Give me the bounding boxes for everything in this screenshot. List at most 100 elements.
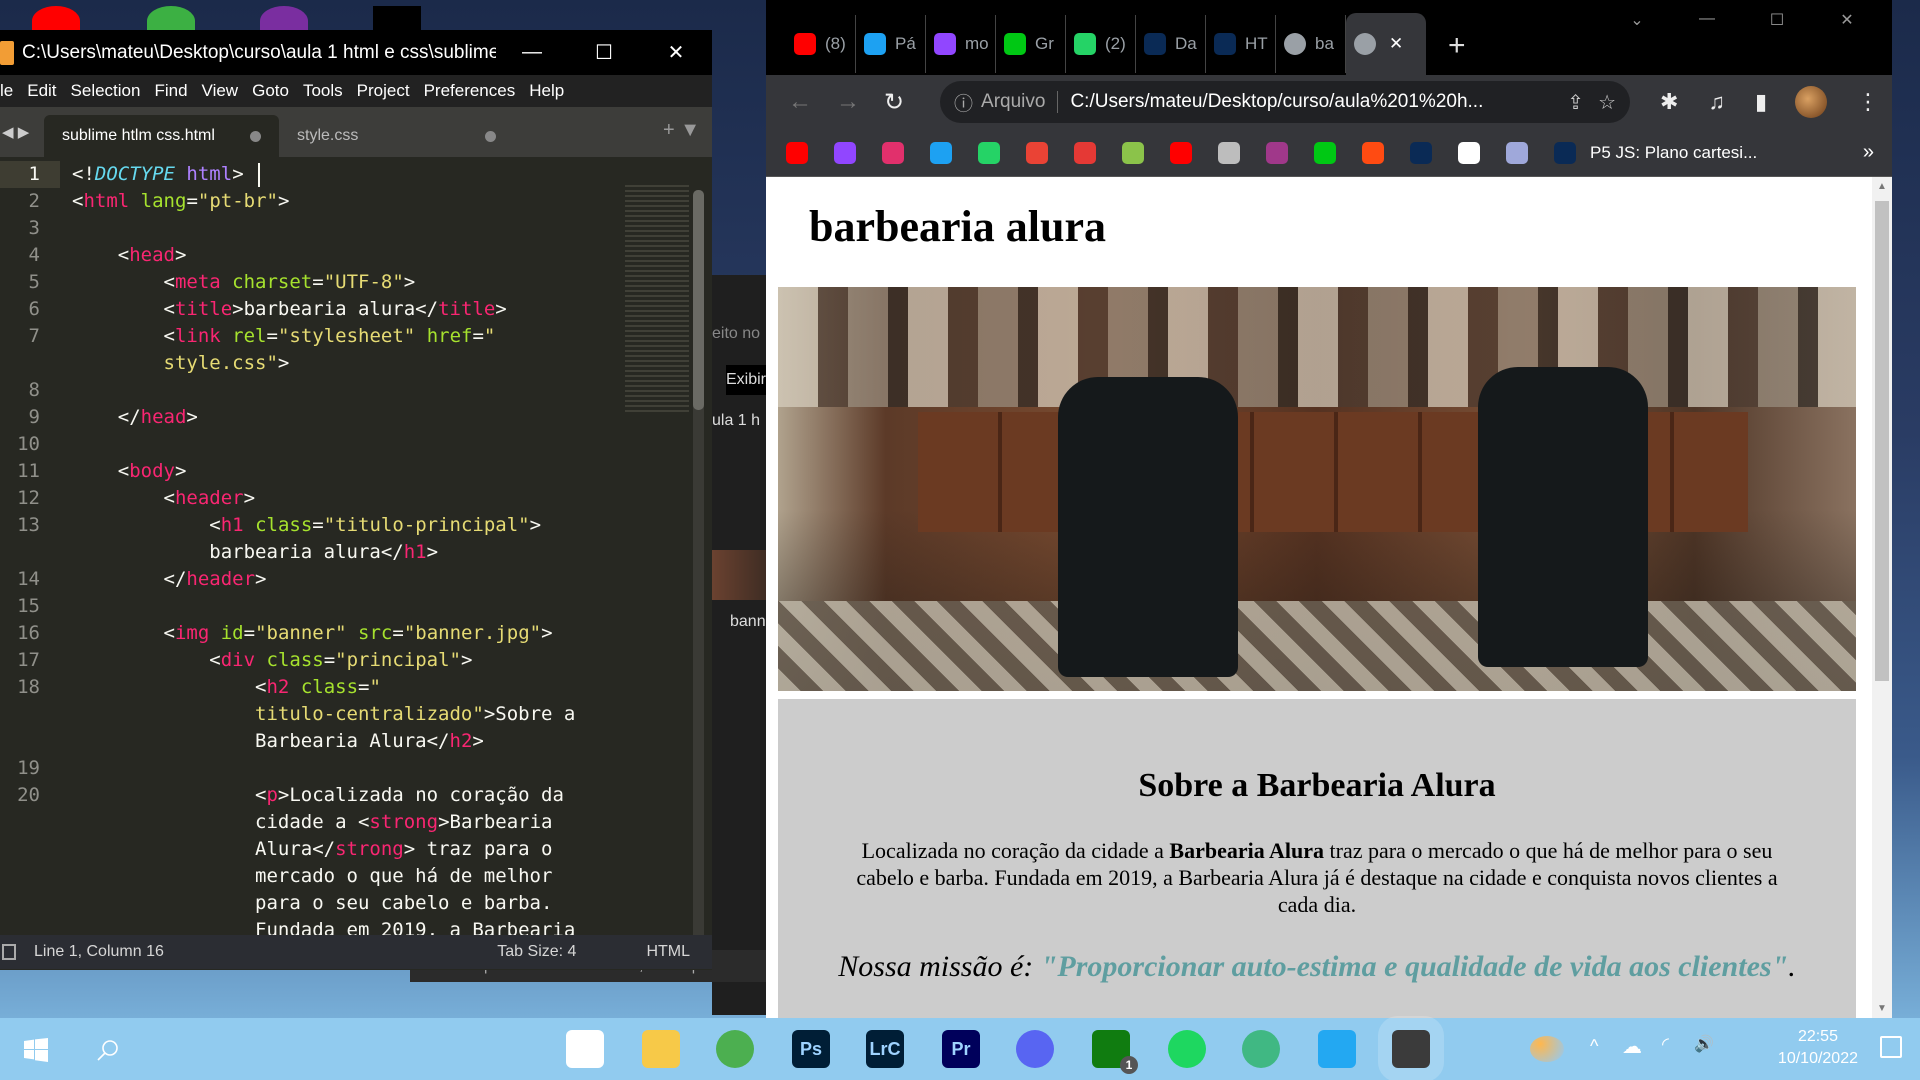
youtube-music-icon[interactable] xyxy=(1170,141,1192,164)
forward-button[interactable]: → xyxy=(836,88,884,116)
code-line[interactable]: 1 <!DOCTYPE html> xyxy=(0,161,690,188)
tab-controls[interactable]: + ▼ xyxy=(663,119,700,142)
bookmarks-overflow-button[interactable]: » xyxy=(1863,141,1874,164)
menu-view[interactable]: View xyxy=(202,81,239,101)
code-editor[interactable]: 1 <!DOCTYPE html> 2 <html lang="pt-br"> 3 4 <… xyxy=(0,157,712,935)
notification-icon[interactable] xyxy=(1880,1036,1902,1058)
windows-start-icon[interactable] xyxy=(24,1038,48,1062)
profile-avatar[interactable] xyxy=(1795,86,1828,118)
maximize-button[interactable]: ☐ xyxy=(1742,10,1812,30)
code-line[interactable]: 9 </head> xyxy=(0,404,690,431)
panel-toggle-icon[interactable] xyxy=(2,944,16,960)
code-line[interactable]: cidade a <strong>Barbearia xyxy=(0,809,690,836)
box-icon[interactable] xyxy=(1218,141,1240,164)
lightroom-classic-icon[interactable]: LrC xyxy=(866,1030,904,1068)
browser-tab[interactable]: ba xyxy=(1276,15,1346,73)
code-line[interactable]: barbearia alura</h1> xyxy=(0,539,690,566)
chrome-menu-icon[interactable]: ⋮ xyxy=(1857,89,1879,115)
reload-button[interactable]: ↻ xyxy=(884,88,932,117)
explorer-search-fragment[interactable]: eito no xyxy=(712,325,760,343)
browser-tab[interactable]: Pá xyxy=(856,15,926,73)
close-button[interactable]: ✕ xyxy=(1812,10,1882,30)
explorer-file-thumbnail[interactable] xyxy=(712,550,772,600)
browser-tab[interactable]: ✕ xyxy=(1346,13,1426,75)
code-line[interactable]: titulo-centralizado">Sobre a xyxy=(0,701,690,728)
search-icon[interactable] xyxy=(96,1038,120,1062)
code-line[interactable]: Fundada em 2019, a Barbearia xyxy=(0,917,690,935)
extensions-icon[interactable]: ✱ xyxy=(1660,89,1678,115)
xbox-icon[interactable]: 1 xyxy=(1092,1030,1138,1074)
code-line[interactable]: 3 xyxy=(0,215,690,242)
menu-project[interactable]: Project xyxy=(357,81,410,101)
new-tab-button[interactable]: + xyxy=(1448,17,1466,75)
menu-goto[interactable]: Goto xyxy=(252,81,289,101)
code-line[interactable]: style.css"> xyxy=(0,350,690,377)
scrollbar-thumb[interactable] xyxy=(693,190,704,410)
back-button[interactable]: ← xyxy=(788,88,836,116)
browser-tab[interactable]: HT xyxy=(1206,15,1276,73)
codepen-icon[interactable] xyxy=(1458,141,1480,164)
minimize-button[interactable]: — xyxy=(1672,10,1742,30)
bookmark-star-icon[interactable]: ☆ xyxy=(1598,90,1616,115)
maximize-button[interactable]: ☐ xyxy=(568,40,640,65)
file-explorer-icon[interactable] xyxy=(642,1030,680,1068)
code-line[interactable]: 12 <header> xyxy=(0,485,690,512)
code-line[interactable]: 13 <h1 class="titulo-principal"> xyxy=(0,512,690,539)
download-arrow-icon[interactable] xyxy=(1122,141,1144,164)
sublime-text-icon[interactable] xyxy=(1378,1016,1444,1080)
menu-tools[interactable]: Tools xyxy=(303,81,343,101)
scroll-down-icon[interactable]: ▼ xyxy=(1877,1003,1887,1014)
unsaved-dot-icon[interactable] xyxy=(250,130,261,142)
side-panel-icon[interactable]: ▮ xyxy=(1755,89,1767,115)
tray-chevron-icon[interactable]: ^ xyxy=(1590,1036,1598,1057)
photoshop-icon[interactable]: Ps xyxy=(792,1030,830,1068)
minimap[interactable] xyxy=(625,185,689,415)
aliexpress-icon[interactable] xyxy=(1362,141,1384,164)
page-scrollbar[interactable]: ▲ ▼ xyxy=(1872,177,1892,1018)
twitter-icon[interactable] xyxy=(930,141,952,164)
red-figure-icon[interactable] xyxy=(1074,141,1096,164)
volume-icon[interactable]: 🔊 xyxy=(1694,1034,1714,1054)
code-line[interactable]: 10 xyxy=(0,431,690,458)
chrome-icon[interactable] xyxy=(716,1030,754,1068)
code-line[interactable]: Barbearia Alura</h2> xyxy=(0,728,690,755)
browser-tab[interactable]: (8) xyxy=(786,15,856,73)
code-line[interactable]: mercado o que há de melhor xyxy=(0,863,690,890)
code-line[interactable]: 5 <meta charset="UTF-8"> xyxy=(0,269,690,296)
browser-tab[interactable]: Gr xyxy=(996,15,1066,73)
code-line[interactable]: 14 </header> xyxy=(0,566,690,593)
code-line[interactable]: 17 <div class="principal"> xyxy=(0,647,690,674)
scroll-up-icon[interactable]: ▲ xyxy=(1877,181,1887,192)
onedrive-icon[interactable]: ☁ xyxy=(1622,1034,1642,1059)
menu-edit[interactable]: Edit xyxy=(27,81,56,101)
twitch-icon[interactable] xyxy=(834,141,856,164)
discord-icon[interactable] xyxy=(1016,1030,1054,1068)
code-line[interactable]: 18 <h2 class=" xyxy=(0,674,690,701)
wifi-icon[interactable]: ◜ xyxy=(1662,1034,1669,1055)
code-line[interactable]: para o seu cabelo e barba. xyxy=(0,890,690,917)
info-icon[interactable]: ⓘ xyxy=(954,89,973,116)
menu-selection[interactable]: Selection xyxy=(71,81,141,101)
whatsapp-icon[interactable] xyxy=(978,141,1000,164)
atom-icon[interactable] xyxy=(1242,1030,1280,1068)
scrollbar-thumb[interactable] xyxy=(1875,201,1889,681)
url-text[interactable]: C:/Users/mateu/Desktop/curso/aula%201%20… xyxy=(1070,91,1553,113)
syntax-mode[interactable]: HTML xyxy=(646,943,690,961)
vscode-icon[interactable] xyxy=(1318,1030,1356,1068)
code-line[interactable]: 7 <link rel="stylesheet" href=" xyxy=(0,323,690,350)
menu-preferences[interactable]: Preferences xyxy=(424,81,516,101)
code-line[interactable]: 2 <html lang="pt-br"> xyxy=(0,188,690,215)
browser-tab[interactable]: Da xyxy=(1136,15,1206,73)
tab-size[interactable]: Tab Size: 4 xyxy=(497,943,576,961)
code-line[interactable]: 15 xyxy=(0,593,690,620)
browser-tab[interactable]: mo xyxy=(926,15,996,73)
clock[interactable]: 22:55 10/10/2022 xyxy=(1778,1026,1858,1070)
code-line[interactable]: 6 <title>barbearia alura</title> xyxy=(0,296,690,323)
close-button[interactable]: ✕ xyxy=(640,40,712,65)
weather-icon[interactable] xyxy=(1530,1036,1564,1062)
browser-tab[interactable]: (2) xyxy=(1066,15,1136,73)
youtube-icon[interactable] xyxy=(786,141,808,164)
tab-style-css[interactable]: style.css xyxy=(279,115,514,157)
gmail-icon[interactable] xyxy=(1026,141,1048,164)
minimize-button[interactable]: — xyxy=(496,41,568,64)
